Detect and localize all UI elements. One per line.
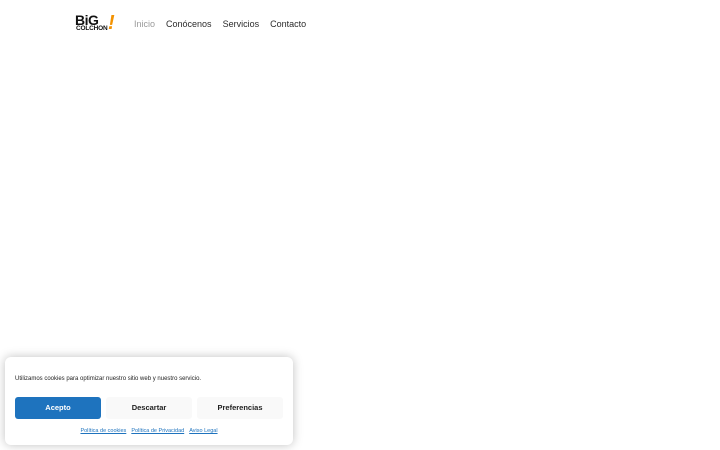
site-header: BiG COLCHON ! Inicio Conócenos Servicios… bbox=[0, 0, 720, 46]
accept-cookies-button[interactable]: Acepto bbox=[15, 397, 101, 419]
site-logo[interactable]: BiG COLCHON ! bbox=[75, 13, 117, 34]
cookie-banner: Utilizamos cookies para optimizar nuestr… bbox=[5, 357, 293, 445]
cookie-message: Utilizamos cookies para optimizar nuestr… bbox=[15, 376, 202, 382]
legal-notice-link[interactable]: Aviso Legal bbox=[189, 427, 217, 435]
cookie-policy-link[interactable]: Política de cookies bbox=[80, 427, 126, 435]
nav-item-conocenos[interactable]: Conócenos bbox=[166, 18, 212, 30]
cookie-preferences-button[interactable]: Preferencias bbox=[197, 397, 283, 419]
deny-cookies-button[interactable]: Descartar bbox=[106, 397, 192, 419]
nav-item-servicios[interactable]: Servicios bbox=[223, 18, 260, 30]
page: BiG COLCHON ! Inicio Conócenos Servicios… bbox=[0, 0, 720, 450]
privacy-policy-link[interactable]: Política de Privacidad bbox=[131, 427, 184, 435]
nav-item-contacto[interactable]: Contacto bbox=[270, 18, 306, 30]
logo-sub-text: COLCHON bbox=[76, 25, 108, 32]
logo-mark: ! bbox=[108, 12, 115, 34]
nav-item-inicio[interactable]: Inicio bbox=[134, 18, 155, 30]
main-nav: Inicio Conócenos Servicios Contacto bbox=[134, 17, 306, 31]
cookie-policy-links: Política de cookies Política de Privacid… bbox=[5, 427, 293, 435]
